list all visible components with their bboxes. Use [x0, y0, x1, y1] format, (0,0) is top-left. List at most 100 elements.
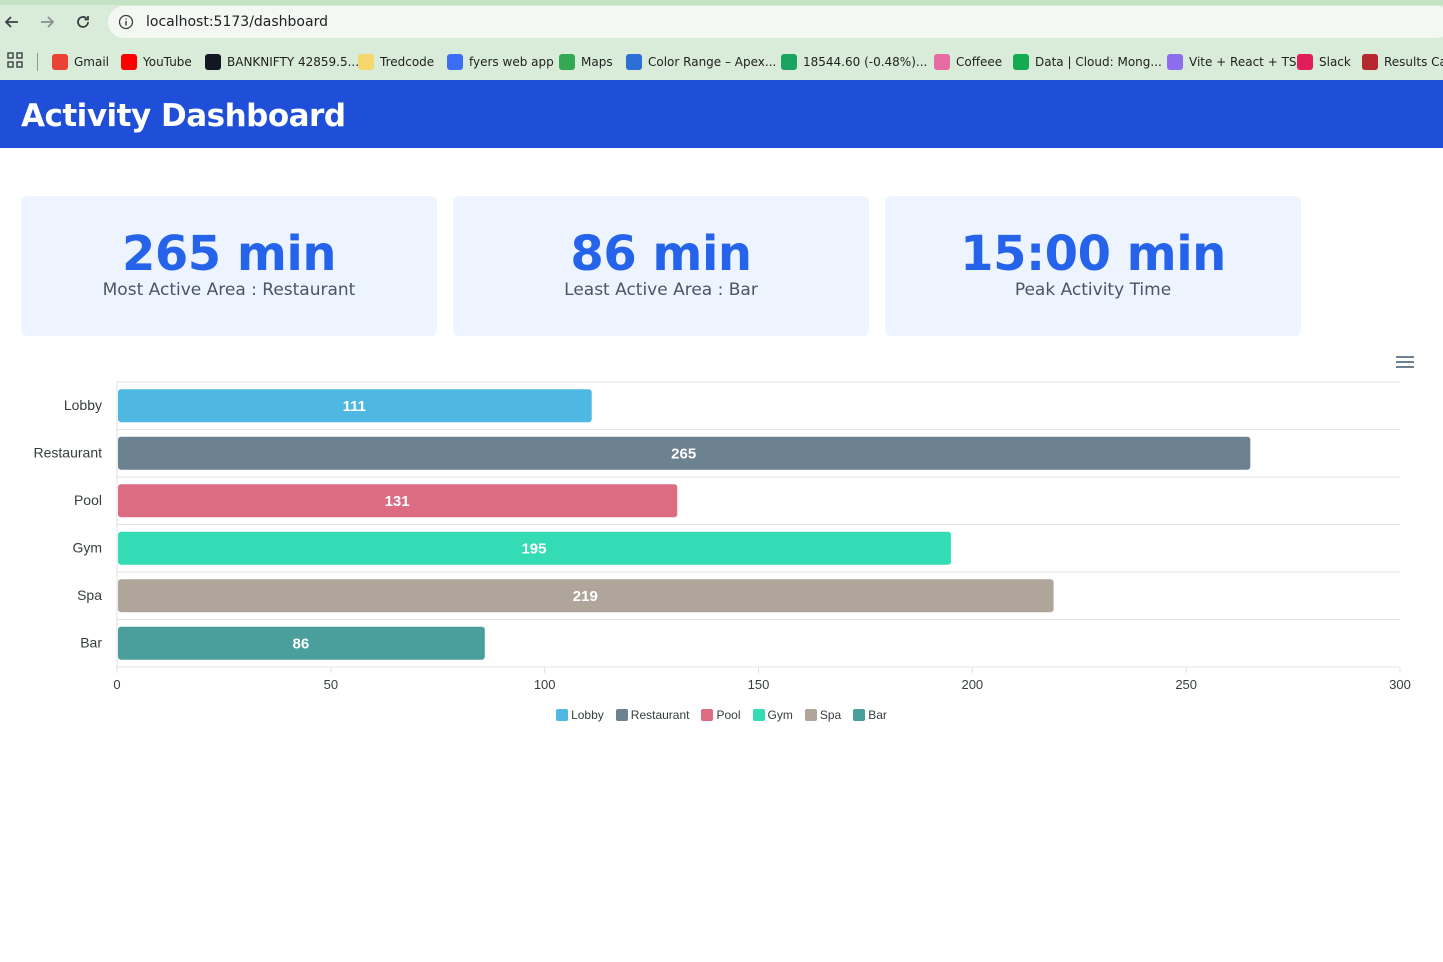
- bookmark-item[interactable]: Vite + React + TS: [1167, 44, 1297, 80]
- youtube-icon: [121, 54, 137, 70]
- bookmark-label: Color Range – Apex...: [648, 55, 777, 69]
- site-info-icon[interactable]: [118, 14, 134, 30]
- nse-icon: [1362, 54, 1378, 70]
- legend-label: Bar: [868, 708, 887, 722]
- legend-item[interactable]: Restaurant: [615, 708, 690, 722]
- tradingview-icon: [205, 54, 221, 70]
- vite-icon: [1167, 54, 1183, 70]
- gmail-icon: [52, 54, 68, 70]
- bookmark-label: Results Cal: [1384, 55, 1443, 69]
- legend-item[interactable]: Spa: [804, 708, 842, 722]
- bookmark-item[interactable]: Gmail: [52, 44, 109, 80]
- bookmark-item[interactable]: BANKNIFTY 42859.5...: [205, 44, 359, 80]
- legend-label: Gym: [767, 708, 793, 722]
- app-header: Activity Dashboard: [0, 80, 1443, 148]
- bookmark-label: Gmail: [74, 55, 110, 69]
- bookmark-item[interactable]: 18544.60 (-0.48%)...: [781, 44, 927, 80]
- url-text[interactable]: localhost:5173/dashboard: [146, 14, 328, 30]
- bookmark-label: Tredcode: [380, 55, 435, 69]
- browser-toolbar: localhost:5173/dashboard: [0, 0, 1443, 44]
- legend-swatch: [615, 709, 628, 721]
- bookmarks-bar: Gmail YouTube BANKNIFTY 42859.5... Tredcode…: [0, 44, 1443, 80]
- category-label: Spa: [77, 587, 102, 603]
- bookmark-item[interactable]: fyers web app: [447, 44, 554, 80]
- forward-button[interactable]: [35, 10, 59, 34]
- category-label: Pool: [74, 492, 102, 508]
- legend-item[interactable]: Pool: [701, 708, 741, 722]
- bookmark-label: Maps: [581, 55, 613, 69]
- stat-card-peak-time: 15:00 min Peak Activity Time: [885, 196, 1301, 336]
- legend-label: Restaurant: [630, 708, 690, 722]
- coffee-icon: [934, 54, 950, 70]
- bookmark-item[interactable]: Slack: [1297, 44, 1351, 80]
- bookmark-label: Coffeee: [956, 55, 1003, 69]
- legend-item[interactable]: Gym: [752, 708, 793, 722]
- bookmark-item[interactable]: Coffeee: [934, 44, 1002, 80]
- bar-data-label: 131: [385, 493, 410, 510]
- chart-legend: Lobby Restaurant Pool Gym Spa Bar: [0, 708, 1443, 722]
- x-tick-label: 100: [534, 677, 556, 692]
- stat-card-most-active: 265 min Most Active Area : Restaurant: [21, 196, 437, 336]
- reload-button[interactable]: [71, 10, 95, 34]
- bookmark-item[interactable]: YouTube: [121, 44, 192, 80]
- tab-strip: [0, 0, 1443, 5]
- x-tick-label: 300: [1389, 677, 1411, 692]
- bookmark-item[interactable]: Color Range – Apex...: [626, 44, 776, 80]
- reload-icon: [77, 16, 89, 28]
- back-button[interactable]: [0, 10, 24, 34]
- bookmark-label: BANKNIFTY 42859.5...: [227, 55, 360, 69]
- bookmark-item[interactable]: Tredcode: [358, 44, 434, 80]
- legend-label: Lobby: [571, 708, 604, 722]
- legend-item[interactable]: Bar: [853, 708, 887, 722]
- legend-swatch: [556, 709, 569, 721]
- arrow-right-icon: [41, 16, 55, 28]
- bookmark-label: Vite + React + TS: [1189, 55, 1297, 69]
- ticker-icon: [781, 54, 797, 70]
- legend-label: Pool: [716, 708, 741, 722]
- stat-value: 265 min: [121, 226, 337, 282]
- address-bar[interactable]: localhost:5173/dashboard: [108, 6, 1443, 38]
- tredcode-icon: [358, 54, 374, 70]
- legend-item[interactable]: Lobby: [556, 708, 604, 722]
- stat-value: 15:00 min: [960, 226, 1226, 282]
- legend-swatch: [701, 709, 714, 721]
- bar-data-label: 111: [343, 398, 366, 415]
- mongodb-icon: [1013, 54, 1029, 70]
- bookmark-label: YouTube: [143, 55, 192, 69]
- legend-label: Spa: [819, 708, 842, 722]
- bookmark-item[interactable]: Maps: [559, 44, 613, 80]
- bar-data-label: 219: [573, 588, 598, 605]
- bar-data-label: 265: [671, 445, 696, 462]
- activity-bar-chart: 111 Lobby 265 Restaurant 131 Pool 195 Gym 219 Spa…: [34, 381, 1411, 692]
- stat-card-least-active: 86 min Least Active Area : Bar: [453, 196, 869, 336]
- fyers-icon: [447, 54, 463, 70]
- legend-swatch: [804, 709, 817, 721]
- page-title: Activity Dashboard: [21, 98, 346, 134]
- x-tick-label: 0: [113, 677, 120, 692]
- stat-label: Peak Activity Time: [1014, 280, 1172, 300]
- bar-data-label: 86: [293, 635, 310, 652]
- category-label: Bar: [80, 634, 102, 650]
- category-label: Lobby: [64, 397, 102, 413]
- bookmark-item[interactable]: Data | Cloud: Mong...: [1013, 44, 1162, 80]
- x-tick-label: 50: [324, 677, 338, 692]
- bar-data-label: 195: [521, 540, 546, 557]
- arrow-left-icon: [4, 16, 18, 28]
- x-tick-label: 150: [748, 677, 770, 692]
- stat-label: Least Active Area : Bar: [564, 280, 758, 300]
- bookmark-label: 18544.60 (-0.48%)...: [803, 55, 928, 69]
- stat-label: Most Active Area : Restaurant: [102, 280, 356, 300]
- bookmark-label: Slack: [1319, 55, 1351, 69]
- x-tick-label: 250: [1175, 677, 1197, 692]
- apps-grid-icon[interactable]: [7, 52, 23, 68]
- legend-swatch: [752, 709, 765, 721]
- category-label: Restaurant: [34, 444, 103, 460]
- legend-swatch: [853, 709, 866, 721]
- maps-icon: [559, 54, 575, 70]
- category-label: Gym: [72, 539, 102, 555]
- apex-icon: [626, 54, 642, 70]
- slack-icon: [1297, 54, 1313, 70]
- bookmark-label: fyers web app: [469, 55, 554, 69]
- bookmark-item[interactable]: Results Cal: [1362, 44, 1443, 80]
- x-tick-label: 200: [961, 677, 983, 692]
